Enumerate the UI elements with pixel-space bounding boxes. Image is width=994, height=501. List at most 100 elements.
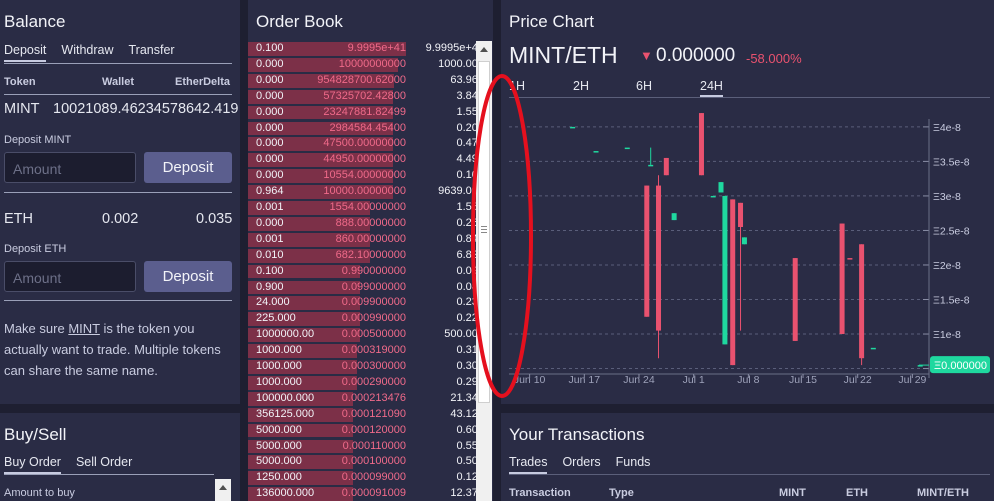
- order-row[interactable]: 356125.000 0.000121090 43.123: [248, 407, 476, 423]
- order-row[interactable]: 100000.000 0.000213476 21.348: [248, 391, 476, 407]
- order-row[interactable]: 1250.000 0.000099000 0.124: [248, 470, 476, 486]
- tab-orders[interactable]: Orders: [562, 455, 600, 474]
- deposit-mint-button[interactable]: Deposit: [144, 152, 232, 183]
- candle[interactable]: [570, 126, 576, 129]
- candle[interactable]: [710, 195, 716, 198]
- divider: [4, 474, 214, 475]
- candle[interactable]: [741, 237, 747, 245]
- panel-title: Buy/Sell: [4, 425, 67, 444]
- order-total: 0.099: [456, 264, 476, 277]
- order-book-scrollbar[interactable]: [476, 41, 492, 501]
- order-row[interactable]: 5000.000 0.000120000 0.600: [248, 423, 476, 439]
- order-price: 0.009900000: [341, 296, 406, 309]
- tab-funds[interactable]: Funds: [616, 455, 651, 474]
- divider: [4, 63, 232, 64]
- scrollbar[interactable]: [215, 479, 231, 501]
- candle[interactable]: [722, 195, 728, 345]
- order-row[interactable]: 0.000 10000000000 1000.000: [248, 57, 476, 73]
- order-price: 1554.00000000: [329, 201, 406, 213]
- candle[interactable]: [792, 258, 798, 341]
- tab-deposit[interactable]: Deposit: [4, 43, 47, 62]
- candle[interactable]: [870, 347, 876, 350]
- order-price: 10000000000: [338, 57, 406, 70]
- order-row[interactable]: 1000000.00 0.000500000 500.000: [248, 327, 476, 343]
- transactions-panel: Your Transactions Trades Orders Funds Tr…: [501, 413, 994, 501]
- order-book-list: 0.100 9.9995e+41 9.9995e+40 0.000 1000000000…: [248, 41, 476, 501]
- divider: [4, 192, 232, 193]
- candlestick-chart[interactable]: Ξ4e-8 Ξ3.5e-8 Ξ3e-8 Ξ2.5e-8 Ξ2e-8 Ξ1.5e-8 Ξ1e-…: [501, 0, 994, 404]
- deposit-mint-amount-input[interactable]: Amount: [4, 152, 136, 183]
- order-row[interactable]: 0.000 10554.00000000 0.106: [248, 168, 476, 184]
- order-row[interactable]: 0.000 2984584.45400 0.200: [248, 121, 476, 137]
- order-row[interactable]: 24.000 0.009900000 0.238: [248, 295, 476, 311]
- order-row[interactable]: 1000.000 0.000290000 0.290: [248, 375, 476, 391]
- candle[interactable]: [859, 244, 865, 359]
- candle[interactable]: [698, 113, 704, 176]
- candle[interactable]: [671, 213, 677, 221]
- candle[interactable]: [718, 182, 724, 193]
- tab-sell-order[interactable]: Sell Order: [76, 455, 132, 474]
- candle[interactable]: [648, 164, 654, 167]
- candle[interactable]: [738, 202, 744, 227]
- candle[interactable]: [644, 185, 650, 317]
- order-row[interactable]: 5000.000 0.000110000 0.550: [248, 439, 476, 455]
- order-price: 0.000120000: [341, 423, 406, 436]
- y-tick-label: Ξ4e-8: [933, 122, 961, 134]
- candle[interactable]: [730, 199, 736, 366]
- candle[interactable]: [847, 258, 853, 260]
- order-row[interactable]: 225.000 0.000990000 0.223: [248, 311, 476, 327]
- order-total: 500.000: [444, 328, 476, 341]
- divider: [4, 94, 232, 95]
- y-tick-label: Ξ3e-8: [933, 191, 961, 203]
- tab-transfer[interactable]: Transfer: [128, 43, 174, 62]
- candle[interactable]: [593, 151, 599, 153]
- order-row[interactable]: 0.010 682.10000000 6.821: [248, 248, 476, 264]
- order-amount: 1000.000: [256, 344, 302, 357]
- order-row[interactable]: 5000.000 0.000100000 0.500: [248, 454, 476, 470]
- order-row[interactable]: 0.000 44950.00000000 4.495: [248, 152, 476, 168]
- order-row[interactable]: 136000.000 0.000091009 12.377: [248, 486, 476, 501]
- order-row[interactable]: 0.000 47500.00000000 0.475: [248, 136, 476, 152]
- order-row[interactable]: 0.100 0.990000000 0.099: [248, 264, 476, 280]
- tab-buy-order[interactable]: Buy Order: [4, 455, 61, 474]
- order-amount: 1000000.00: [256, 328, 315, 341]
- token-link[interactable]: MINT: [68, 321, 100, 336]
- order-row[interactable]: 0.900 0.099000000 0.089: [248, 280, 476, 296]
- order-row[interactable]: 1000.000 0.000319000 0.319: [248, 343, 476, 359]
- order-row[interactable]: 0.000 57325702.42800 3.840: [248, 89, 476, 105]
- eth-token: ETH: [4, 211, 33, 227]
- note-text: Make sure: [4, 321, 69, 336]
- order-row[interactable]: 0.000 23247881.82499 1.557: [248, 105, 476, 121]
- deposit-eth-amount-input[interactable]: Amount: [4, 261, 136, 292]
- candle[interactable]: [624, 147, 630, 150]
- order-row[interactable]: 0.000 954828700.62000 63.964: [248, 73, 476, 89]
- order-amount: 24.000: [256, 296, 290, 309]
- order-row[interactable]: 0.001 1554.00000000 1.554: [248, 200, 476, 216]
- buy-sell-panel: Buy/Sell Buy Order Sell Order Amount to …: [0, 413, 240, 501]
- deposit-eth-button[interactable]: Deposit: [144, 261, 232, 292]
- order-row[interactable]: 0.001 860.00000000 0.846: [248, 232, 476, 248]
- order-total: 0.500: [456, 455, 476, 468]
- order-row[interactable]: 0.964 10000.00000000 9639.091: [248, 184, 476, 200]
- order-row[interactable]: 1000.000 0.000300000 0.300: [248, 359, 476, 375]
- tab-withdraw[interactable]: Withdraw: [61, 43, 113, 62]
- divider: [509, 474, 990, 475]
- order-price: 0.000121090: [341, 407, 406, 420]
- scroll-up-icon: [480, 47, 488, 52]
- order-total: 0.223: [456, 312, 476, 325]
- scroll-thumb[interactable]: [478, 61, 490, 403]
- col-mint-eth: MINT/ETH: [917, 487, 969, 499]
- tab-trades[interactable]: Trades: [509, 455, 548, 474]
- order-amount: 0.900: [256, 280, 284, 293]
- candle[interactable]: [663, 157, 669, 176]
- candle[interactable]: [656, 185, 662, 331]
- order-row[interactable]: 0.100 9.9995e+41 9.9995e+40: [248, 41, 476, 57]
- candle[interactable]: [839, 223, 845, 335]
- order-total: 63.964: [450, 73, 476, 86]
- order-amount: 0.100: [256, 42, 284, 54]
- col-type: Type: [609, 487, 634, 499]
- order-row[interactable]: 0.000 888.00000000 0.266: [248, 216, 476, 232]
- order-amount: 0.000: [256, 137, 284, 150]
- order-total: 1000.000: [438, 57, 476, 70]
- eth-wallet-balance: 0.002: [102, 211, 139, 227]
